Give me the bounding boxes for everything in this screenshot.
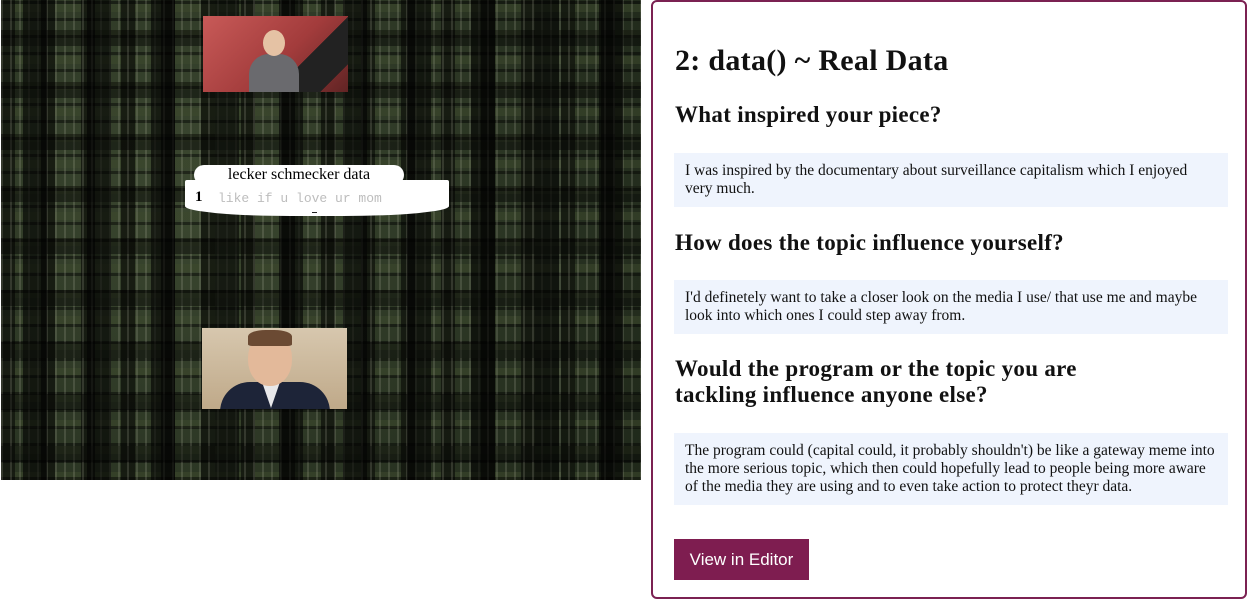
answer-text: I was inspired by the documentary about …: [674, 153, 1228, 207]
divider: [312, 212, 317, 213]
sketch-image-bottom: [202, 328, 347, 409]
view-in-editor-button[interactable]: View in Editor: [674, 539, 809, 580]
code-text: like if u love ur mom: [218, 191, 382, 206]
answer-text: The program could (capital could, it pro…: [674, 433, 1228, 505]
question-heading: Would the program or the topic you are t…: [675, 356, 1077, 407]
project-info-panel: 2: data() ~ Real Data What inspired your…: [651, 0, 1247, 599]
question-heading: What inspired your piece?: [675, 102, 942, 127]
sketch-title: lecker schmecker data: [194, 165, 404, 185]
code-line-number: 1: [195, 189, 203, 205]
project-title: 2: data() ~ Real Data: [675, 44, 949, 77]
answer-text: I'd definetely want to take a closer loo…: [674, 280, 1228, 334]
sketch-image-top: [203, 16, 348, 92]
sketch-canvas[interactable]: lecker schmecker data 1 like if u love u…: [1, 0, 641, 480]
question-heading: How does the topic influence yourself?: [675, 230, 1064, 255]
